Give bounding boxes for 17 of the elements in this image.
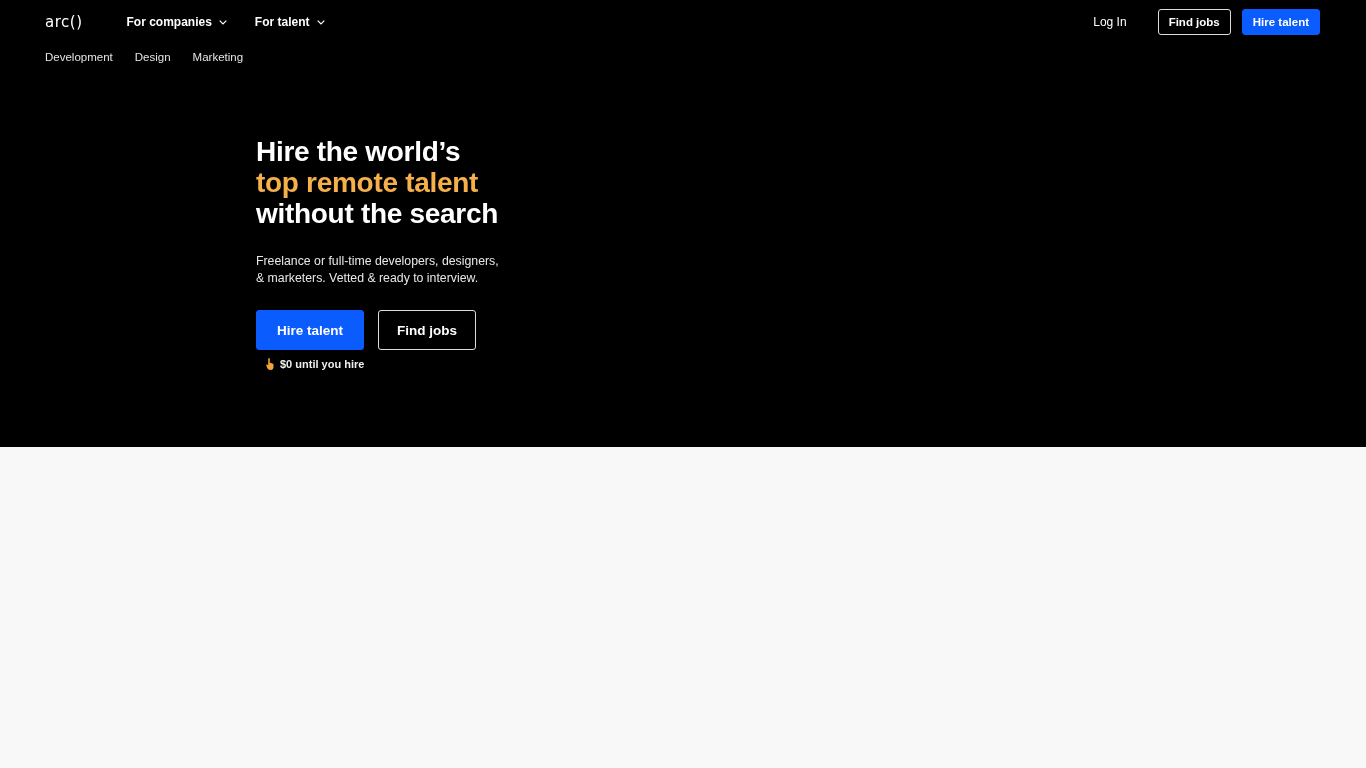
logo[interactable]: arc() bbox=[45, 13, 83, 31]
category-link[interactable]: Design bbox=[134, 51, 171, 63]
hero-description: Freelance or full-time developers, designers, & marketers. Vetted & ready to interview. bbox=[256, 253, 500, 287]
hero-heading: Hire the world’s top remote talent without the search bbox=[256, 136, 498, 229]
chevron-down-icon bbox=[218, 19, 227, 25]
cta-button[interactable]: Find jobs bbox=[378, 310, 476, 350]
login-link[interactable]: Log In bbox=[1093, 15, 1127, 29]
nav-button[interactable]: Hire talent bbox=[1241, 9, 1320, 35]
nav-button[interactable]: Find jobs bbox=[1157, 9, 1231, 35]
chevron-down-icon bbox=[316, 19, 325, 25]
nav-menu-button[interactable]: For talent bbox=[254, 15, 325, 29]
nav-menu-button[interactable]: For companies bbox=[126, 15, 227, 29]
pricing-note: $0 until you hire bbox=[280, 358, 365, 370]
category-link[interactable]: Marketing bbox=[192, 51, 244, 63]
cta-button[interactable]: Hire talent bbox=[256, 310, 364, 350]
pointing-hand-icon bbox=[266, 358, 274, 370]
category-link[interactable]: Development bbox=[45, 51, 113, 63]
